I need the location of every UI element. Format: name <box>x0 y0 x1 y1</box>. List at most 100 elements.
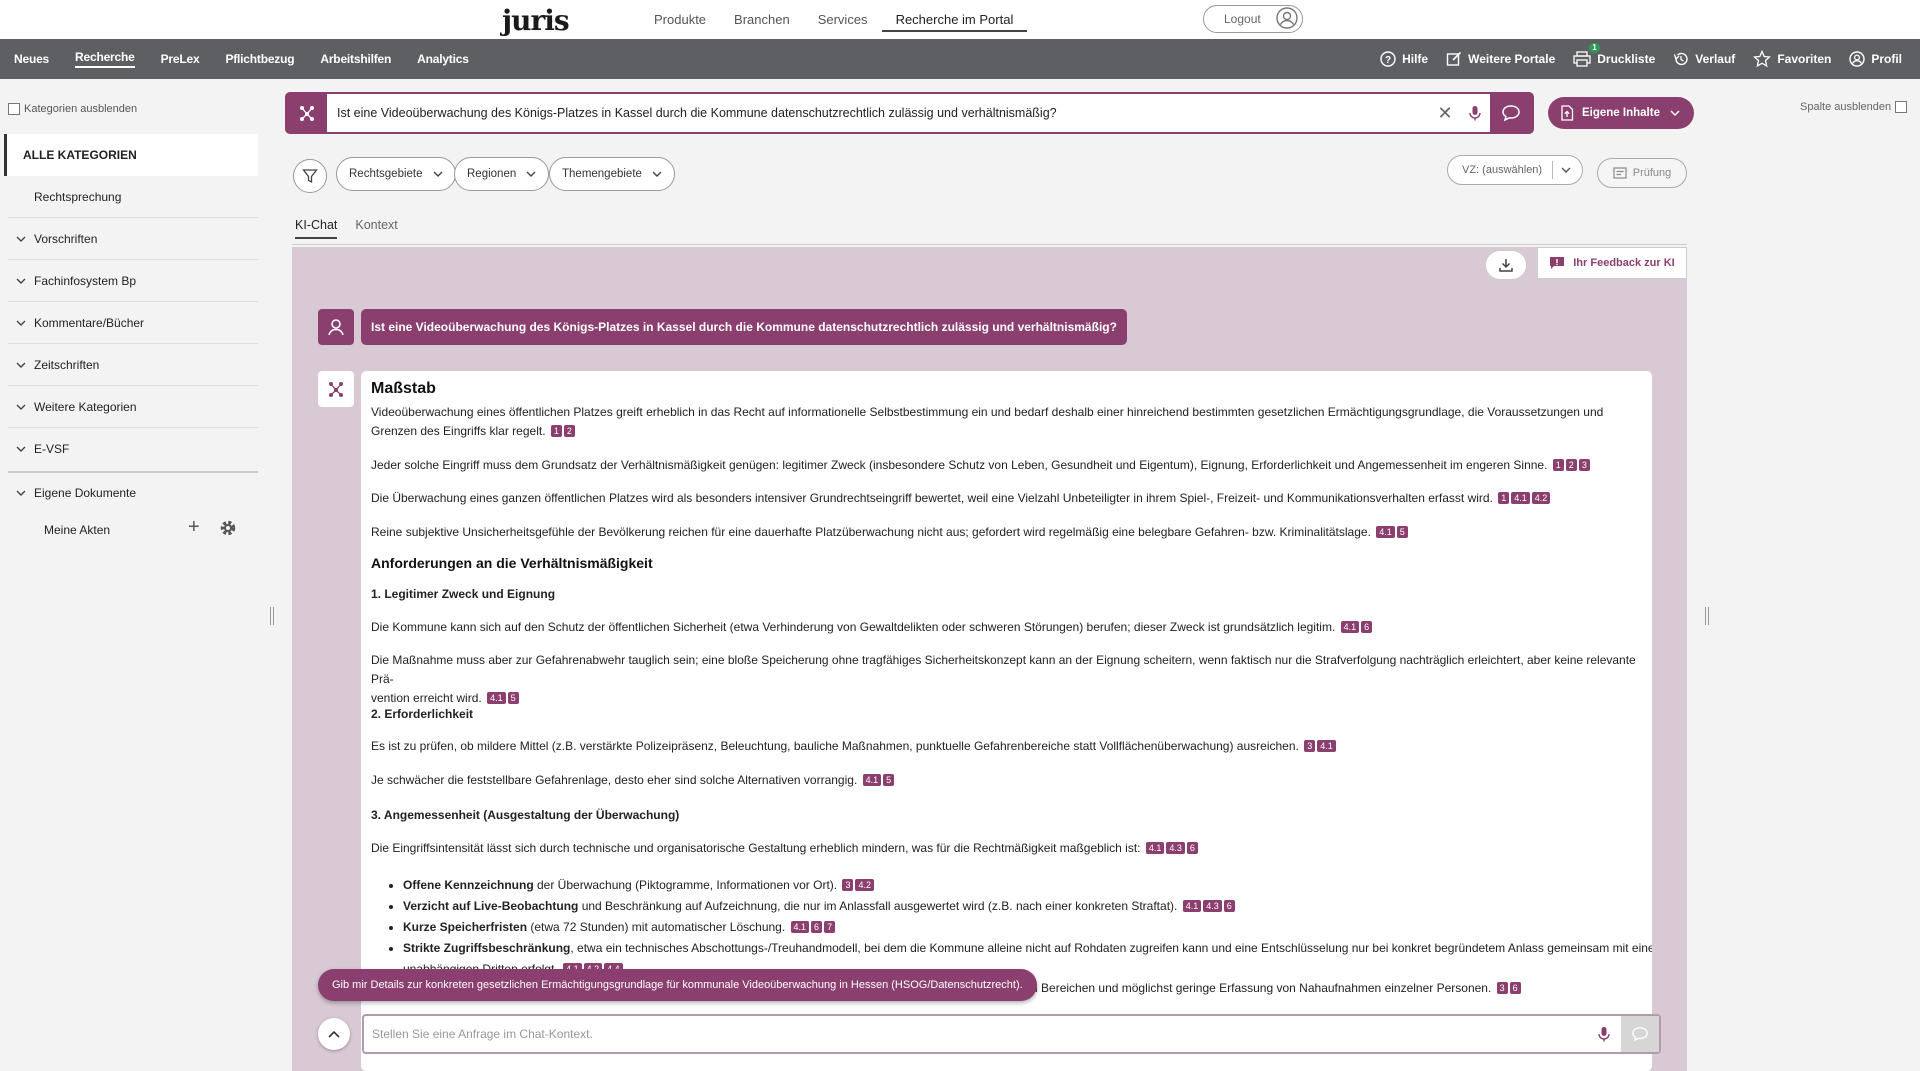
chat-send-button[interactable] <box>1621 1016 1659 1052</box>
answer-paragraph: Die Eingriffsintensität lässt sich durch… <box>371 839 1641 858</box>
microphone-icon[interactable] <box>1460 105 1490 121</box>
reference-badge[interactable]: 3 <box>1304 740 1316 752</box>
hilfe-button[interactable]: ? Hilfe <box>1380 51 1428 67</box>
menu-neues[interactable]: Neues <box>14 52 49 66</box>
favoriten-button[interactable]: Favoriten <box>1753 50 1831 68</box>
chevron-down-icon[interactable] <box>8 490 34 496</box>
reference-badge[interactable]: 6 <box>811 921 823 933</box>
weitere-portale-button[interactable]: Weitere Portale <box>1446 51 1555 67</box>
gear-icon[interactable] <box>219 519 237 540</box>
add-akte-icon[interactable]: + <box>188 516 200 539</box>
pruefung-button[interactable]: Prüfung <box>1597 158 1687 188</box>
sidebar-item-zeitschriften[interactable]: Zeitschriften <box>8 344 258 386</box>
reference-badge[interactable]: 1 <box>1498 492 1510 504</box>
reference-badge[interactable]: 4.1 <box>487 692 506 704</box>
feedback-button[interactable]: Ihr Feedback zur KI <box>1537 247 1687 279</box>
chevron-down-icon[interactable] <box>8 404 34 410</box>
left-resize-handle[interactable] <box>270 607 274 625</box>
nav-produkte[interactable]: Produkte <box>640 12 720 32</box>
profil-button[interactable]: Profil <box>1849 51 1902 67</box>
reference-badge[interactable]: 6 <box>1186 842 1198 854</box>
reference-badge[interactable]: 4.1 <box>1145 842 1165 854</box>
search-submit-button[interactable] <box>1490 94 1532 132</box>
reference-badge[interactable]: 5 <box>507 692 519 704</box>
scroll-up-button[interactable] <box>318 1018 350 1050</box>
sidebar-item-vorschriften[interactable]: Vorschriften <box>8 218 258 260</box>
sidebar-item-meine-akten[interactable]: Meine Akten <box>44 523 110 537</box>
eigene-inhalte-button[interactable]: Eigene Inhalte <box>1548 97 1694 129</box>
menu-arbeitshilfen[interactable]: Arbeitshilfen <box>320 52 391 66</box>
search-bar: Ist eine Videoüberwachung des Königs-Pla… <box>285 92 1534 134</box>
reference-badge[interactable]: 6 <box>1223 900 1235 912</box>
chevron-down-icon[interactable] <box>8 320 34 326</box>
chevron-down-icon[interactable] <box>8 278 34 284</box>
clear-icon[interactable]: ✕ <box>1430 103 1460 124</box>
answer-subheading: 3. Angemessenheit (Ausgestaltung der Übe… <box>371 808 680 822</box>
sidebar-item-alle-kategorien[interactable]: ALLE KATEGORIEN <box>4 134 258 176</box>
vz-select[interactable]: VZ: (auswählen) <box>1447 155 1583 185</box>
reference-badge[interactable]: 6 <box>1509 982 1521 994</box>
download-button[interactable] <box>1485 250 1527 280</box>
filter-icon[interactable] <box>293 159 327 193</box>
sidebar-item-rechtsprechung[interactable]: Rechtsprechung <box>8 176 258 218</box>
sidebar-item-weitere-kategorien[interactable]: Weitere Kategorien <box>8 386 258 428</box>
right-resize-handle[interactable] <box>1705 607 1709 625</box>
chat-input[interactable] <box>364 1027 1587 1041</box>
nav-recherche-im-portal[interactable]: Recherche im Portal <box>881 12 1028 32</box>
themengebiete-dropdown[interactable]: Themengebiete <box>549 157 675 191</box>
hide-categories-checkbox[interactable] <box>8 103 20 115</box>
reference-badge[interactable]: 4.1 <box>1317 740 1336 752</box>
menu-recherche[interactable]: Recherche <box>75 50 135 68</box>
menu-prelex[interactable]: PreLex <box>161 52 200 66</box>
hide-column-checkbox[interactable] <box>1895 101 1908 113</box>
microphone-icon[interactable] <box>1587 1026 1621 1042</box>
sidebar-item-eigene-dokumente[interactable]: Eigene Dokumente <box>8 472 258 514</box>
suggestion-chip[interactable]: Gib mir Details zur konkreten gesetzlich… <box>318 969 1037 1001</box>
sidebar-item-kommentare[interactable]: Kommentare/Bücher <box>8 302 258 344</box>
reference-badge[interactable]: 3 <box>1496 982 1508 994</box>
reference-badge[interactable]: 6 <box>1361 621 1373 633</box>
reference-badge[interactable]: 4.1 <box>1340 621 1360 633</box>
hide-column-toggle[interactable]: Spalte ausblenden <box>1800 101 1908 113</box>
reference-badge[interactable]: 4.1 <box>790 921 810 933</box>
druckliste-button[interactable]: 1 Druckliste <box>1573 43 1655 67</box>
reference-badge[interactable]: 2 <box>563 425 575 437</box>
search-input[interactable]: Ist eine Videoüberwachung des Königs-Pla… <box>327 106 1430 120</box>
ai-network-icon[interactable] <box>287 94 327 132</box>
reference-badge[interactable]: 1 <box>550 425 562 437</box>
rechtsgebiete-dropdown[interactable]: Rechtsgebiete <box>336 157 456 191</box>
reference-badge[interactable]: 4.2 <box>855 879 874 891</box>
tab-ki-chat[interactable]: KI-Chat <box>295 218 338 239</box>
menu-pflichtbezug[interactable]: Pflichtbezug <box>225 52 294 66</box>
reference-badge[interactable]: 1 <box>1552 459 1564 471</box>
reference-badge[interactable]: 3 <box>842 879 854 891</box>
reference-badge[interactable]: 4.3 <box>1166 842 1185 854</box>
nav-branchen[interactable]: Branchen <box>720 12 804 32</box>
reference-badge[interactable]: 5 <box>1396 526 1408 538</box>
chevron-down-icon[interactable] <box>8 446 34 452</box>
sidebar-item-e-vsf[interactable]: E-VSF <box>8 428 258 470</box>
sidebar-item-fachinfosystem[interactable]: Fachinfosystem Bp <box>8 260 258 302</box>
tab-kontext[interactable]: Kontext <box>355 218 397 239</box>
reference-badge[interactable]: 4.2 <box>1531 492 1551 504</box>
juris-logo[interactable]: juris <box>502 4 570 37</box>
chevron-down-icon[interactable] <box>8 236 34 242</box>
regionen-dropdown[interactable]: Regionen <box>454 157 550 191</box>
reference-badge[interactable]: 7 <box>824 921 836 933</box>
answer-list: Offene Kennzeichnung der Überwachung (Pi… <box>403 875 1652 980</box>
menu-analytics[interactable]: Analytics <box>417 52 469 66</box>
reference-badge[interactable]: 4.1 <box>1182 900 1202 912</box>
logout-button[interactable]: Logout <box>1203 5 1303 33</box>
reference-badge[interactable]: 3 <box>1578 459 1590 471</box>
hide-categories-toggle[interactable]: Kategorien ausblenden <box>8 103 137 115</box>
nav-services[interactable]: Services <box>804 12 882 32</box>
chevron-down-icon <box>526 171 536 177</box>
reference-badge[interactable]: 2 <box>1565 459 1577 471</box>
chevron-down-icon[interactable] <box>8 362 34 368</box>
reference-badge[interactable]: 4.1 <box>1376 526 1395 538</box>
reference-badge[interactable]: 4.1 <box>862 774 882 786</box>
reference-badge[interactable]: 4.1 <box>1511 492 1530 504</box>
verlauf-button[interactable]: Verlauf <box>1673 51 1735 67</box>
reference-badge[interactable]: 5 <box>883 774 895 786</box>
reference-badge[interactable]: 4.3 <box>1203 900 1222 912</box>
